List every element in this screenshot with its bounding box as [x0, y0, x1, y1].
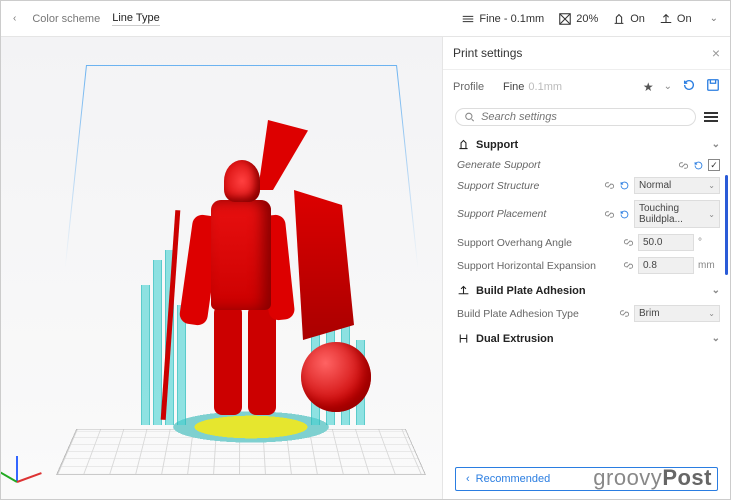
search-icon: [464, 111, 475, 123]
link-icon[interactable]: [623, 237, 634, 248]
setting-label: Support Horizontal Expansion: [457, 260, 619, 272]
chevron-down-icon[interactable]: ⌄: [712, 285, 720, 296]
reset-icon[interactable]: [619, 180, 630, 191]
horiz-expansion-input[interactable]: 0.8: [638, 257, 694, 274]
support-placement-select[interactable]: Touching Buildpla...⌄: [634, 200, 720, 228]
scrollbar[interactable]: [725, 175, 728, 275]
support-icon: [612, 12, 626, 26]
color-scheme-select[interactable]: Line Type: [112, 12, 160, 26]
link-icon[interactable]: [604, 180, 615, 191]
build-volume: [56, 65, 426, 475]
section-support[interactable]: Support ⌄: [457, 131, 720, 156]
viewport-3d[interactable]: [1, 37, 442, 499]
setting-label: Support Placement: [457, 208, 600, 220]
setting-label: Support Structure: [457, 180, 600, 192]
reset-profile-icon[interactable]: [682, 78, 696, 95]
chevron-down-icon[interactable]: ⌄: [712, 333, 720, 344]
section-dual-extrusion[interactable]: Dual Extrusion ⌄: [457, 325, 720, 350]
setting-label: Support Overhang Angle: [457, 237, 619, 249]
quality-value: Fine - 0.1mm: [479, 13, 544, 25]
layers-icon: [461, 12, 475, 26]
unit-label: °: [698, 237, 720, 248]
save-profile-icon[interactable]: [706, 78, 720, 95]
link-icon[interactable]: [678, 160, 689, 171]
adhesion-value: On: [677, 13, 692, 25]
profile-label: Profile: [453, 81, 493, 93]
generate-support-checkbox[interactable]: ✓: [708, 159, 720, 171]
star-icon[interactable]: ★: [643, 80, 654, 94]
support-structure-select[interactable]: Normal⌄: [634, 177, 720, 194]
unit-label: mm: [698, 260, 720, 271]
search-input[interactable]: [455, 108, 696, 126]
menu-icon[interactable]: [704, 112, 718, 122]
axis-gizmo[interactable]: [11, 449, 51, 489]
reset-icon[interactable]: [693, 160, 704, 171]
setting-label: Generate Support: [457, 159, 674, 171]
topbar: ‹ Color scheme Line Type Fine - 0.1mm 20…: [1, 1, 730, 37]
adhesion-section-icon: [457, 284, 470, 297]
link-icon[interactable]: [604, 209, 615, 220]
reset-icon[interactable]: [619, 209, 630, 220]
watermark: groovyPost: [593, 465, 712, 491]
infill-select[interactable]: 20%: [558, 12, 598, 26]
chevron-left-icon: ‹: [466, 473, 470, 485]
model-preview[interactable]: [176, 120, 336, 420]
support-toggle[interactable]: On: [612, 12, 645, 26]
quality-select[interactable]: Fine - 0.1mm: [461, 12, 544, 26]
profile-select[interactable]: Fine0.1mm: [503, 79, 633, 95]
color-scheme-label: Color scheme: [32, 13, 100, 25]
infill-value: 20%: [576, 13, 598, 25]
dual-extrusion-icon: [457, 332, 470, 345]
adhesion-type-select[interactable]: Brim⌄: [634, 305, 720, 322]
print-settings-panel: Print settings × Profile Fine0.1mm ★ ⌄: [442, 37, 730, 499]
adhesion-toggle[interactable]: On: [659, 12, 692, 26]
adhesion-icon: [659, 12, 673, 26]
setting-label: Build Plate Adhesion Type: [457, 308, 615, 320]
panel-title: Print settings: [453, 46, 712, 60]
close-icon[interactable]: ×: [712, 45, 720, 61]
overhang-angle-input[interactable]: 50.0: [638, 234, 694, 251]
infill-icon: [558, 12, 572, 26]
support-value: On: [630, 13, 645, 25]
chevron-down-icon[interactable]: ⌄: [664, 81, 672, 92]
chevron-down-icon[interactable]: ⌄: [712, 139, 720, 150]
link-icon[interactable]: [619, 308, 630, 319]
topbar-expand[interactable]: ⌄: [706, 13, 722, 24]
support-section-icon: [457, 138, 470, 151]
section-adhesion[interactable]: Build Plate Adhesion ⌄: [457, 277, 720, 302]
view-prev[interactable]: ‹: [9, 13, 20, 24]
link-icon[interactable]: [623, 260, 634, 271]
